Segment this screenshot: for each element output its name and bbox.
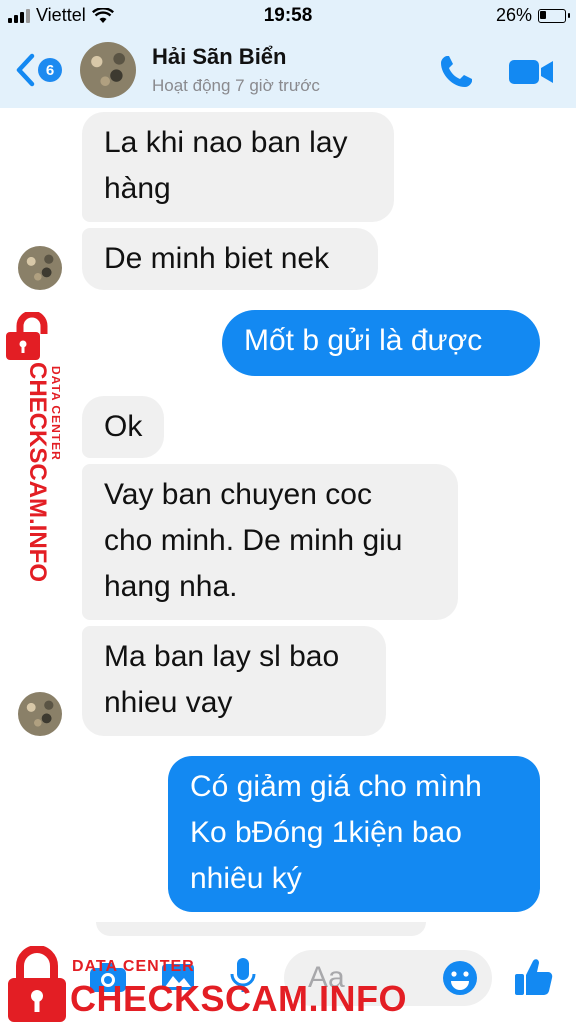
message-line: La khi nao ban lay: [104, 126, 348, 159]
message-incoming[interactable]: La khi nao ban lay hàng: [82, 112, 394, 222]
watermark-title: CHECKSCAM.INFO: [70, 978, 407, 1019]
message-line: Vay ban chuyen coc: [104, 478, 372, 511]
message-line: Ok: [104, 410, 143, 443]
phone-icon[interactable]: [436, 52, 476, 92]
message-line: Có giảm giá cho mình: [190, 770, 482, 803]
top-bar: Viettel 19:58 26% 6 Hải Sãn Biển Hoạt độ…: [0, 0, 576, 108]
conversation-header: 6 Hải Sãn Biển Hoạt động 7 giờ trước: [0, 34, 576, 108]
thumbs-up-icon[interactable]: [512, 956, 554, 998]
battery-icon: [538, 8, 570, 23]
message-outgoing[interactable]: Mốt b gửi là được: [222, 310, 540, 376]
contact-avatar[interactable]: [80, 42, 136, 98]
lock-icon: [6, 312, 48, 360]
back-button[interactable]: 6: [14, 50, 74, 90]
smiley-icon[interactable]: [442, 960, 478, 996]
message-peek: [96, 922, 426, 936]
contact-status: Hoạt động 7 giờ trước: [152, 76, 320, 95]
message-line: hàng: [104, 172, 171, 205]
contact-avatar-small[interactable]: [18, 246, 62, 290]
message-incoming[interactable]: Ma ban lay sl bao nhieu vay: [82, 626, 386, 736]
message-line: Mốt b gửi là được: [244, 324, 483, 357]
video-camera-icon[interactable]: [506, 54, 556, 90]
watermark-subtitle: DATA CENTER: [72, 958, 195, 975]
unread-badge: 6: [38, 58, 62, 82]
svg-text:CHECKSCAM.INFO: CHECKSCAM.INFO: [24, 362, 51, 582]
message-line: De minh biet nek: [104, 242, 330, 275]
lock-icon: [8, 946, 66, 1022]
watermark-bottom: DATA CENTER CHECKSCAM.INFO: [0, 944, 407, 1024]
svg-text:DATA CENTER: DATA CENTER: [49, 366, 60, 461]
battery-percent: 26%: [495, 5, 532, 25]
watermark-text: CHECKSCAM.INFO DATA CENTER: [24, 362, 60, 582]
clock: 19:58: [263, 5, 313, 26]
contact-avatar-small[interactable]: [18, 692, 62, 736]
message-incoming[interactable]: Vay ban chuyen coc cho minh. De minh giu…: [82, 464, 458, 620]
message-incoming[interactable]: De minh biet nek: [82, 228, 378, 290]
message-outgoing[interactable]: Có giảm giá cho mình Ko bĐóng 1kiện bao …: [168, 756, 540, 912]
message-line: nhieu vay: [104, 686, 233, 719]
contact-name[interactable]: Hải Sãn Biển: [152, 44, 286, 70]
message-incoming[interactable]: Ok: [82, 396, 164, 458]
watermark-side: CHECKSCAM.INFO DATA CENTER: [4, 312, 64, 592]
status-bar: Viettel 19:58 26%: [0, 0, 576, 34]
message-line: cho minh. De minh giu: [104, 524, 403, 557]
message-line: Ko bĐóng 1kiện bao: [190, 816, 462, 849]
message-line: Ma ban lay sl bao: [104, 640, 340, 673]
message-line: nhiêu ký: [190, 862, 302, 895]
chevron-left-icon: [16, 53, 35, 87]
message-line: hang nha.: [104, 570, 238, 603]
